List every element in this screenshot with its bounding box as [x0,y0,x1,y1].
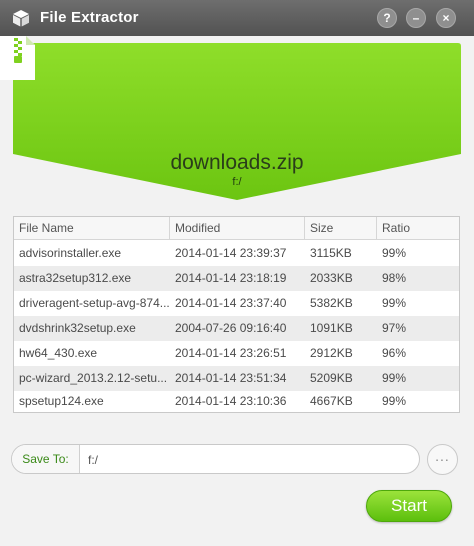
file-table: File Name Modified Size Ratio advisorins… [13,216,460,413]
size-cell: 5382KB [310,296,353,310]
modified-cell: 2014-01-14 23:26:51 [175,346,287,360]
modified-cell: 2014-01-14 23:37:40 [175,296,287,310]
column-modified[interactable]: Modified [170,217,305,239]
table-row[interactable]: driveragent-setup-avg-874... 2014-01-14 … [14,291,459,316]
size-cell: 1091KB [310,321,353,335]
minimize-button[interactable]: – [406,8,426,28]
file-name-cell: spsetup124.exe [19,394,104,408]
archive-path: f:/ [232,176,242,188]
table-row[interactable]: astra32setup312.exe 2014-01-14 23:18:19 … [14,266,459,291]
ratio-cell: 99% [382,394,407,408]
help-button[interactable]: ? [377,8,397,28]
ratio-cell: 97% [382,321,407,335]
table-row[interactable]: hw64_430.exe 2014-01-14 23:26:51 2912KB … [14,341,459,366]
size-cell: 5209KB [310,371,353,385]
title-bar: File Extractor ? – × [0,0,474,36]
file-name-cell: driveragent-setup-avg-874... [19,296,170,310]
size-cell: 3115KB [310,246,352,260]
ratio-cell: 99% [382,246,407,260]
column-file-name[interactable]: File Name [14,217,170,239]
table-row[interactable]: dvdshrink32setup.exe 2004-07-26 09:16:40… [14,316,459,341]
modified-cell: 2014-01-14 23:51:34 [175,371,287,385]
size-cell: 2912KB [310,346,353,360]
size-cell: 4667KB [310,394,353,408]
size-cell: 2033KB [310,271,353,285]
file-name-cell: advisorinstaller.exe [19,246,122,260]
file-name-cell: hw64_430.exe [19,346,98,360]
table-header: File Name Modified Size Ratio [14,217,459,240]
file-name-cell: pc-wizard_2013.2.12-setu... [19,371,168,385]
column-size[interactable]: Size [305,217,377,239]
modified-cell: 2014-01-14 23:39:37 [175,246,287,260]
ratio-cell: 99% [382,371,407,385]
modified-cell: 2004-07-26 09:16:40 [175,321,287,335]
file-name-cell: dvdshrink32setup.exe [19,321,136,335]
table-row[interactable]: advisorinstaller.exe 2014-01-14 23:39:37… [14,241,459,266]
ratio-cell: 96% [382,346,407,360]
archive-banner: downloads.zip f:/ [0,36,474,204]
ratio-cell: 98% [382,271,407,285]
browse-button[interactable]: ... [427,444,458,475]
box-icon [13,10,29,27]
modified-cell: 2014-01-14 23:18:19 [175,271,287,285]
archive-name: downloads.zip [170,151,304,174]
zip-file-icon [0,36,35,80]
table-row[interactable]: pc-wizard_2013.2.12-setu... 2014-01-14 2… [14,366,459,391]
table-row[interactable]: spsetup124.exe 2014-01-14 23:10:36 4667K… [14,391,459,412]
save-to-field: Save To: [11,444,420,474]
save-to-label: Save To: [12,445,80,473]
file-name-cell: astra32setup312.exe [19,271,132,285]
close-button[interactable]: × [436,8,456,28]
ratio-cell: 99% [382,296,407,310]
window-title: File Extractor [40,9,139,26]
column-ratio[interactable]: Ratio [377,217,459,239]
start-button[interactable]: Start [366,490,452,522]
modified-cell: 2014-01-14 23:10:36 [175,394,287,408]
save-path-input[interactable] [86,449,410,471]
